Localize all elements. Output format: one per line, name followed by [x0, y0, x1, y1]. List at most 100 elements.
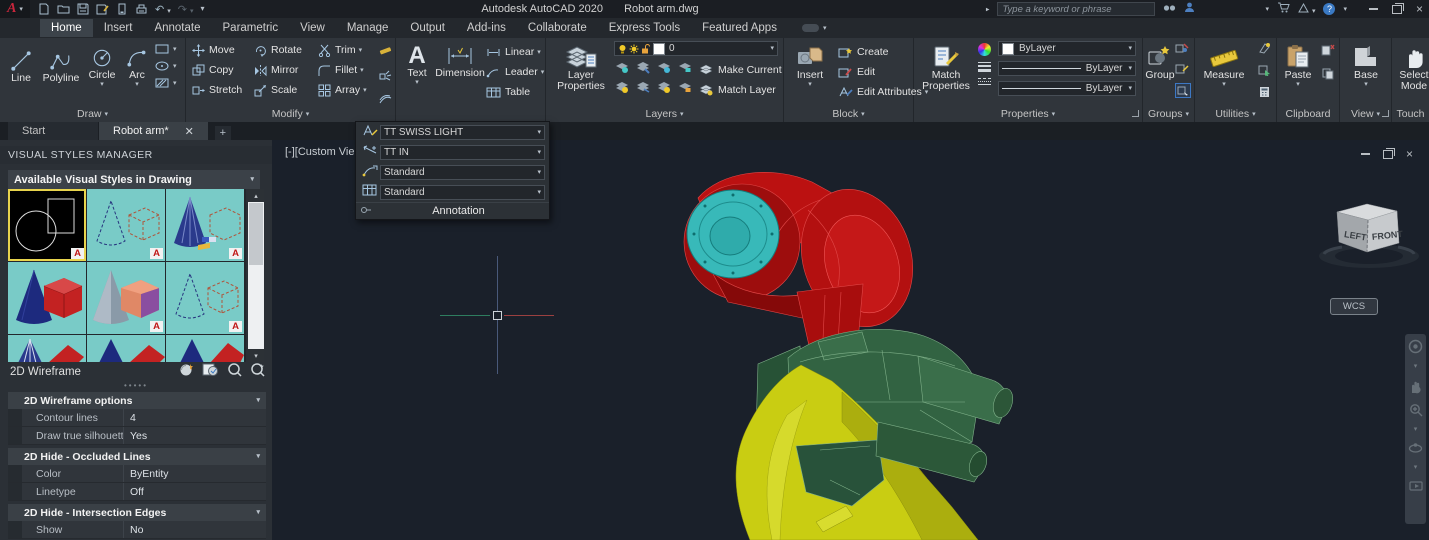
wcs-button[interactable]: WCS — [1330, 298, 1378, 315]
tab-view[interactable]: View — [289, 19, 336, 37]
table-style-combobox[interactable]: Standard▾ — [380, 185, 545, 200]
linetype-combobox[interactable]: ByLayer▾ — [998, 81, 1136, 96]
quick-select-icon[interactable] — [1258, 63, 1272, 81]
search-icon[interactable] — [1163, 3, 1176, 16]
ungroup-icon[interactable] — [1175, 41, 1191, 59]
tab-manage[interactable]: Manage — [336, 19, 400, 37]
section-2d-wireframe-options[interactable]: 2D Wireframe options▾ — [8, 392, 266, 409]
showmotion-icon[interactable] — [1409, 480, 1423, 492]
setting-row[interactable]: ColorByEntity — [8, 465, 266, 483]
cut-icon[interactable] — [1321, 67, 1335, 85]
new-file-icon[interactable] — [38, 3, 50, 15]
thumbnail-sketchy[interactable] — [87, 335, 165, 362]
doc-close-button[interactable]: × — [1406, 148, 1413, 160]
open-file-icon[interactable] — [57, 3, 70, 15]
select-mode-button[interactable]: Select Mode — [1394, 40, 1429, 92]
viewcube[interactable]: LEFT FRONT — [1312, 190, 1429, 280]
layer-freeze-icon[interactable] — [656, 60, 672, 79]
panel-label-view[interactable]: View▾ — [1340, 106, 1391, 122]
thumbnail-shaded[interactable]: A — [87, 262, 165, 334]
erase-icon[interactable] — [378, 44, 392, 62]
app-menu-button[interactable]: A▾ — [0, 0, 30, 18]
layer-select-combobox[interactable]: 0 ▾ — [614, 41, 778, 56]
fillet-button[interactable]: Fillet▾ — [318, 60, 378, 80]
redo-button[interactable]: ↷▾ — [178, 3, 194, 16]
navigation-wheel-icon[interactable] — [1408, 339, 1423, 354]
layer-unlock-icon[interactable] — [677, 80, 693, 99]
thumbnail-shades-of-gray[interactable] — [8, 335, 86, 362]
panel-label-draw[interactable]: Draw▾ — [0, 106, 185, 122]
tab-parametric[interactable]: Parametric — [212, 19, 290, 37]
layer-on-icon[interactable] — [614, 80, 630, 99]
tab-insert[interactable]: Insert — [93, 19, 144, 37]
thumbnail-realistic[interactable] — [8, 262, 86, 334]
panel-label-groups[interactable]: Groups▾ — [1143, 106, 1194, 122]
explode-icon[interactable] — [378, 68, 392, 86]
account-dropdown-icon[interactable]: ▾ — [1265, 6, 1269, 13]
panel-label-modify[interactable]: Modify▾ — [186, 106, 395, 122]
ellipse-tool-icon[interactable]: ▾ — [154, 60, 177, 72]
tab-addins[interactable]: Add-ins — [456, 19, 517, 37]
panel-label-layers[interactable]: Layers▾ — [546, 106, 783, 122]
panel-label-block[interactable]: Block▾ — [784, 106, 913, 122]
id-point-icon[interactable] — [1258, 41, 1272, 59]
flyout-panel-label[interactable]: Annotation — [372, 205, 545, 217]
polyline-button[interactable]: Polyline — [40, 45, 82, 84]
group-selection-toggle-icon[interactable] — [1175, 83, 1191, 98]
panel-label-properties[interactable]: Properties▾ — [914, 106, 1142, 122]
layer-lock-icon[interactable] — [677, 60, 693, 79]
undo-button[interactable]: ↶▾ — [155, 3, 171, 16]
tab-annotate[interactable]: Annotate — [143, 19, 211, 37]
mirror-button[interactable]: Mirror — [254, 60, 318, 80]
scroll-down-icon[interactable]: ▾ — [248, 349, 264, 362]
circle-button[interactable]: Circle ▾ — [84, 42, 120, 88]
signin-icon[interactable] — [1184, 2, 1195, 16]
zoom-icon[interactable] — [1409, 403, 1423, 417]
layer-off-icon[interactable] — [614, 60, 630, 79]
save-as-icon[interactable] — [96, 3, 109, 15]
export-style-icon[interactable] — [226, 362, 242, 382]
help-icon[interactable]: ? — [1323, 3, 1335, 15]
thumbnails-scrollbar[interactable]: ▴ ▾ — [248, 189, 264, 362]
palette-title[interactable]: VISUAL STYLES MANAGER — [0, 146, 272, 164]
close-tab-icon[interactable]: ✕ — [185, 125, 194, 138]
rotate-button[interactable]: Rotate — [254, 40, 318, 60]
doc-minimize-button[interactable] — [1361, 153, 1370, 155]
file-tab-start[interactable]: Start — [8, 122, 98, 140]
doc-restore-button[interactable] — [1383, 150, 1393, 159]
array-button[interactable]: Array▾ — [318, 80, 378, 100]
properties-dialog-launcher-icon[interactable] — [1132, 110, 1139, 117]
pin-flyout-icon[interactable] — [360, 202, 372, 220]
dimension-style-combobox[interactable]: TT IN▾ — [380, 145, 545, 160]
orbit-icon[interactable] — [1408, 442, 1423, 455]
search-input[interactable] — [997, 2, 1155, 16]
table-button[interactable]: Table — [486, 82, 544, 102]
dimension-button[interactable]: Dimension — [434, 40, 486, 79]
line-button[interactable]: Line — [4, 45, 38, 84]
panel-label-utilities[interactable]: Utilities▾ — [1195, 106, 1276, 122]
insert-button[interactable]: Insert ▾ — [788, 40, 832, 88]
base-button[interactable]: Base ▾ — [1346, 40, 1386, 88]
scroll-up-icon[interactable]: ▴ — [248, 189, 264, 202]
hatch-tool-icon[interactable]: ▾ — [154, 77, 177, 89]
zoom-dropdown-icon[interactable]: ▾ — [1414, 426, 1418, 433]
delete-style-icon[interactable] — [249, 362, 266, 382]
tab-collaborate[interactable]: Collaborate — [517, 19, 598, 37]
group-edit-icon[interactable] — [1175, 62, 1191, 80]
tab-home[interactable]: Home — [40, 19, 93, 37]
save-icon[interactable] — [77, 3, 89, 15]
pan-icon[interactable] — [1409, 379, 1423, 394]
ribbon-display-toggle-icon[interactable] — [802, 24, 819, 32]
multileader-style-combobox[interactable]: Standard▾ — [380, 165, 545, 180]
close-button[interactable]: × — [1416, 3, 1423, 15]
leader-button[interactable]: Leader▾ — [486, 62, 544, 82]
thumbnail-shaded-edges[interactable]: A — [166, 262, 244, 334]
tab-express-tools[interactable]: Express Tools — [598, 19, 691, 37]
layer-thaw-icon[interactable] — [656, 80, 672, 99]
help-dropdown-icon[interactable]: ▾ — [1343, 6, 1347, 13]
make-current-button[interactable]: Make Current — [698, 62, 782, 78]
thumbnail-2d-wireframe[interactable]: A — [8, 189, 86, 261]
scrollbar-thumb[interactable] — [249, 203, 263, 265]
qat-customize-icon[interactable]: ▾ — [200, 5, 204, 13]
cart-icon[interactable] — [1277, 2, 1290, 16]
